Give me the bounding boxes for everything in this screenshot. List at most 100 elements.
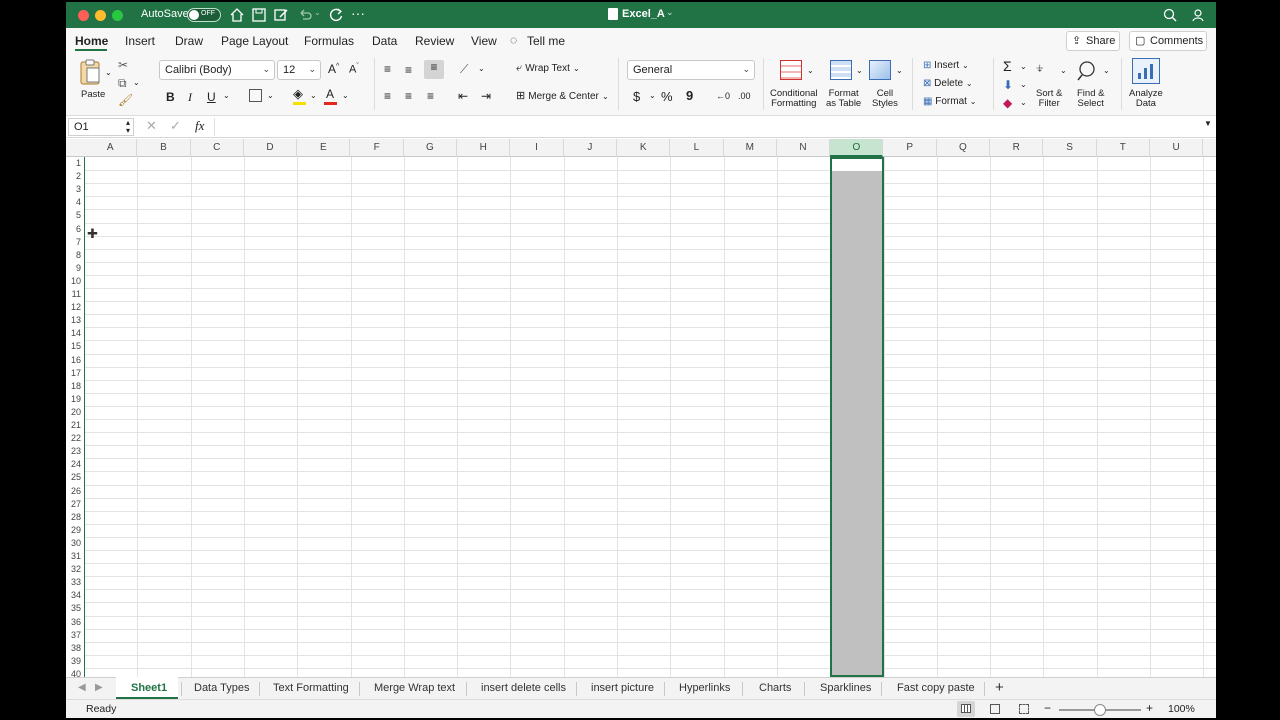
underline-button[interactable]: U xyxy=(207,90,216,104)
analyze-data-button[interactable]: Analyze Data xyxy=(1129,89,1163,109)
currency-dropdown-icon[interactable]: ⌄ xyxy=(649,91,656,100)
row-header-36[interactable]: 36 xyxy=(66,616,84,629)
borders-icon[interactable] xyxy=(249,89,262,102)
font-color-dropdown-icon[interactable]: ⌄ xyxy=(342,91,349,100)
normal-view-button[interactable] xyxy=(957,701,975,717)
currency-button[interactable]: $ xyxy=(633,89,640,104)
column-header-e[interactable]: E xyxy=(297,139,351,157)
cell-styles-icon[interactable] xyxy=(869,60,891,80)
minimize-window-button[interactable] xyxy=(95,10,106,21)
fill-dropdown-icon[interactable]: ⌄ xyxy=(1020,80,1027,89)
bold-button[interactable]: B xyxy=(166,90,175,104)
column-header-a[interactable]: A xyxy=(84,139,138,157)
fill-color-icon[interactable]: ◈ xyxy=(293,86,303,102)
column-header-c[interactable]: C xyxy=(191,139,244,157)
column-header-k[interactable]: K xyxy=(617,139,671,157)
column-header-i[interactable]: I xyxy=(510,139,564,157)
number-format-dropdown[interactable]: General ⌄ xyxy=(627,60,755,80)
active-cell[interactable] xyxy=(832,159,883,171)
column-header-t[interactable]: T xyxy=(1097,139,1150,157)
conditional-formatting-icon[interactable] xyxy=(780,60,802,80)
decrease-decimal-button[interactable]: .00 xyxy=(738,91,751,101)
row-header-38[interactable]: 38 xyxy=(66,642,84,655)
zoom-in-icon[interactable]: + xyxy=(1146,701,1153,715)
sheet-tab-charts[interactable]: Charts xyxy=(759,682,791,694)
column-header-r[interactable]: R xyxy=(990,139,1044,157)
decrease-indent-icon[interactable]: ⇤ xyxy=(458,89,468,103)
column-header-l[interactable]: L xyxy=(670,139,724,157)
row-header-32[interactable]: 32 xyxy=(66,563,84,576)
edit-icon[interactable] xyxy=(273,7,289,23)
paste-dropdown-icon[interactable]: ⌄ xyxy=(105,68,112,77)
zoom-slider-handle[interactable] xyxy=(1094,704,1106,716)
underline-dropdown-icon[interactable]: ⌄ xyxy=(223,91,230,100)
row-header-21[interactable]: 21 xyxy=(66,419,84,432)
autosave-toggle[interactable]: OFF xyxy=(187,8,221,22)
sheet-tab-data-types[interactable]: Data Types xyxy=(194,682,249,694)
tab-draw[interactable]: Draw xyxy=(175,34,203,48)
column-header-u[interactable]: U xyxy=(1150,139,1204,157)
chevron-down-icon[interactable]: ⌄ xyxy=(1060,66,1067,75)
delete-cells-button[interactable]: ⊠ Delete ⌄ xyxy=(923,78,973,89)
page-layout-view-icon[interactable] xyxy=(990,704,1000,714)
column-header-d[interactable]: D xyxy=(244,139,298,157)
align-top-icon[interactable]: ≡ xyxy=(384,62,391,76)
fill-icon[interactable]: ⬇ xyxy=(1003,78,1013,92)
sort-filter-icon[interactable]: ⍖ xyxy=(1035,60,1045,78)
cut-icon[interactable]: ✂ xyxy=(118,58,128,72)
row-header-19[interactable]: 19 xyxy=(66,393,84,406)
font-name-dropdown[interactable]: Calibri (Body) ⌄ xyxy=(159,60,275,80)
paste-icon[interactable] xyxy=(78,58,102,86)
row-header-40[interactable]: 40 xyxy=(66,668,84,677)
find-select-button[interactable]: Find & Select xyxy=(1077,89,1104,109)
zoom-window-button[interactable] xyxy=(112,10,123,21)
row-header-3[interactable]: 3 xyxy=(66,183,84,196)
home-icon[interactable] xyxy=(229,7,245,23)
account-icon[interactable] xyxy=(1190,7,1206,23)
tab-view[interactable]: View xyxy=(471,34,497,48)
column-header-q[interactable]: Q xyxy=(937,139,991,157)
column-header-b[interactable]: B xyxy=(137,139,191,157)
tab-review[interactable]: Review xyxy=(415,34,454,48)
copy-dropdown-icon[interactable]: ⌄ xyxy=(133,78,140,87)
row-header-1[interactable]: 1 xyxy=(66,157,84,170)
scroll-tabs-right-icon[interactable]: ▶ xyxy=(95,682,103,693)
selected-column-range[interactable] xyxy=(830,157,885,677)
row-header-8[interactable]: 8 xyxy=(66,249,84,262)
insert-cells-button[interactable]: ⊞ Insert ⌄ xyxy=(923,60,969,71)
row-header-15[interactable]: 15 xyxy=(66,340,84,353)
chevron-down-icon[interactable]: ⌄ xyxy=(807,66,814,75)
column-header-f[interactable]: F xyxy=(351,139,404,157)
clear-dropdown-icon[interactable]: ⌄ xyxy=(1020,98,1027,107)
autosum-icon[interactable]: Σ xyxy=(1003,58,1012,74)
format-cells-button[interactable]: ▦ Format ⌄ xyxy=(923,96,976,107)
wrap-text-button[interactable]: ⤶ Wrap Text ⌄ xyxy=(516,62,580,75)
formula-input[interactable] xyxy=(214,118,1204,136)
row-header-5[interactable]: 5 xyxy=(66,209,84,222)
italic-button[interactable]: I xyxy=(188,90,192,105)
page-break-view-icon[interactable] xyxy=(1019,704,1029,714)
sheet-tab-sheet1[interactable]: Sheet1 xyxy=(131,682,167,694)
column-header-j[interactable]: J xyxy=(564,139,617,157)
tab-home[interactable]: Home xyxy=(75,34,108,48)
comma-style-button[interactable]: 9 xyxy=(686,88,693,103)
row-header-27[interactable]: 27 xyxy=(66,498,84,511)
share-button[interactable]: ⇪ Share xyxy=(1066,31,1120,51)
row-header-26[interactable]: 26 xyxy=(66,485,84,498)
title-chevron-icon[interactable]: ⌄ xyxy=(666,7,674,18)
zoom-out-icon[interactable]: − xyxy=(1044,701,1051,715)
tell-me[interactable]: Tell me xyxy=(527,34,565,48)
expand-formula-bar-icon[interactable]: ▼ xyxy=(1204,119,1212,128)
comments-button[interactable]: ▢ Comments xyxy=(1129,31,1207,51)
row-header-33[interactable]: 33 xyxy=(66,576,84,589)
sheet-tab-insert-picture[interactable]: insert picture xyxy=(591,682,654,694)
align-right-icon[interactable]: ≡ xyxy=(427,89,434,103)
row-header-31[interactable]: 31 xyxy=(66,550,84,563)
orientation-icon[interactable]: ⟋ xyxy=(460,62,468,77)
sheet-tab-sparklines[interactable]: Sparklines xyxy=(820,682,871,694)
analyze-data-icon[interactable] xyxy=(1132,58,1160,84)
tab-page-layout[interactable]: Page Layout xyxy=(221,34,288,48)
row-header-34[interactable]: 34 xyxy=(66,589,84,602)
column-header-s[interactable]: S xyxy=(1043,139,1097,157)
autosum-dropdown-icon[interactable]: ⌄ xyxy=(1020,62,1027,71)
